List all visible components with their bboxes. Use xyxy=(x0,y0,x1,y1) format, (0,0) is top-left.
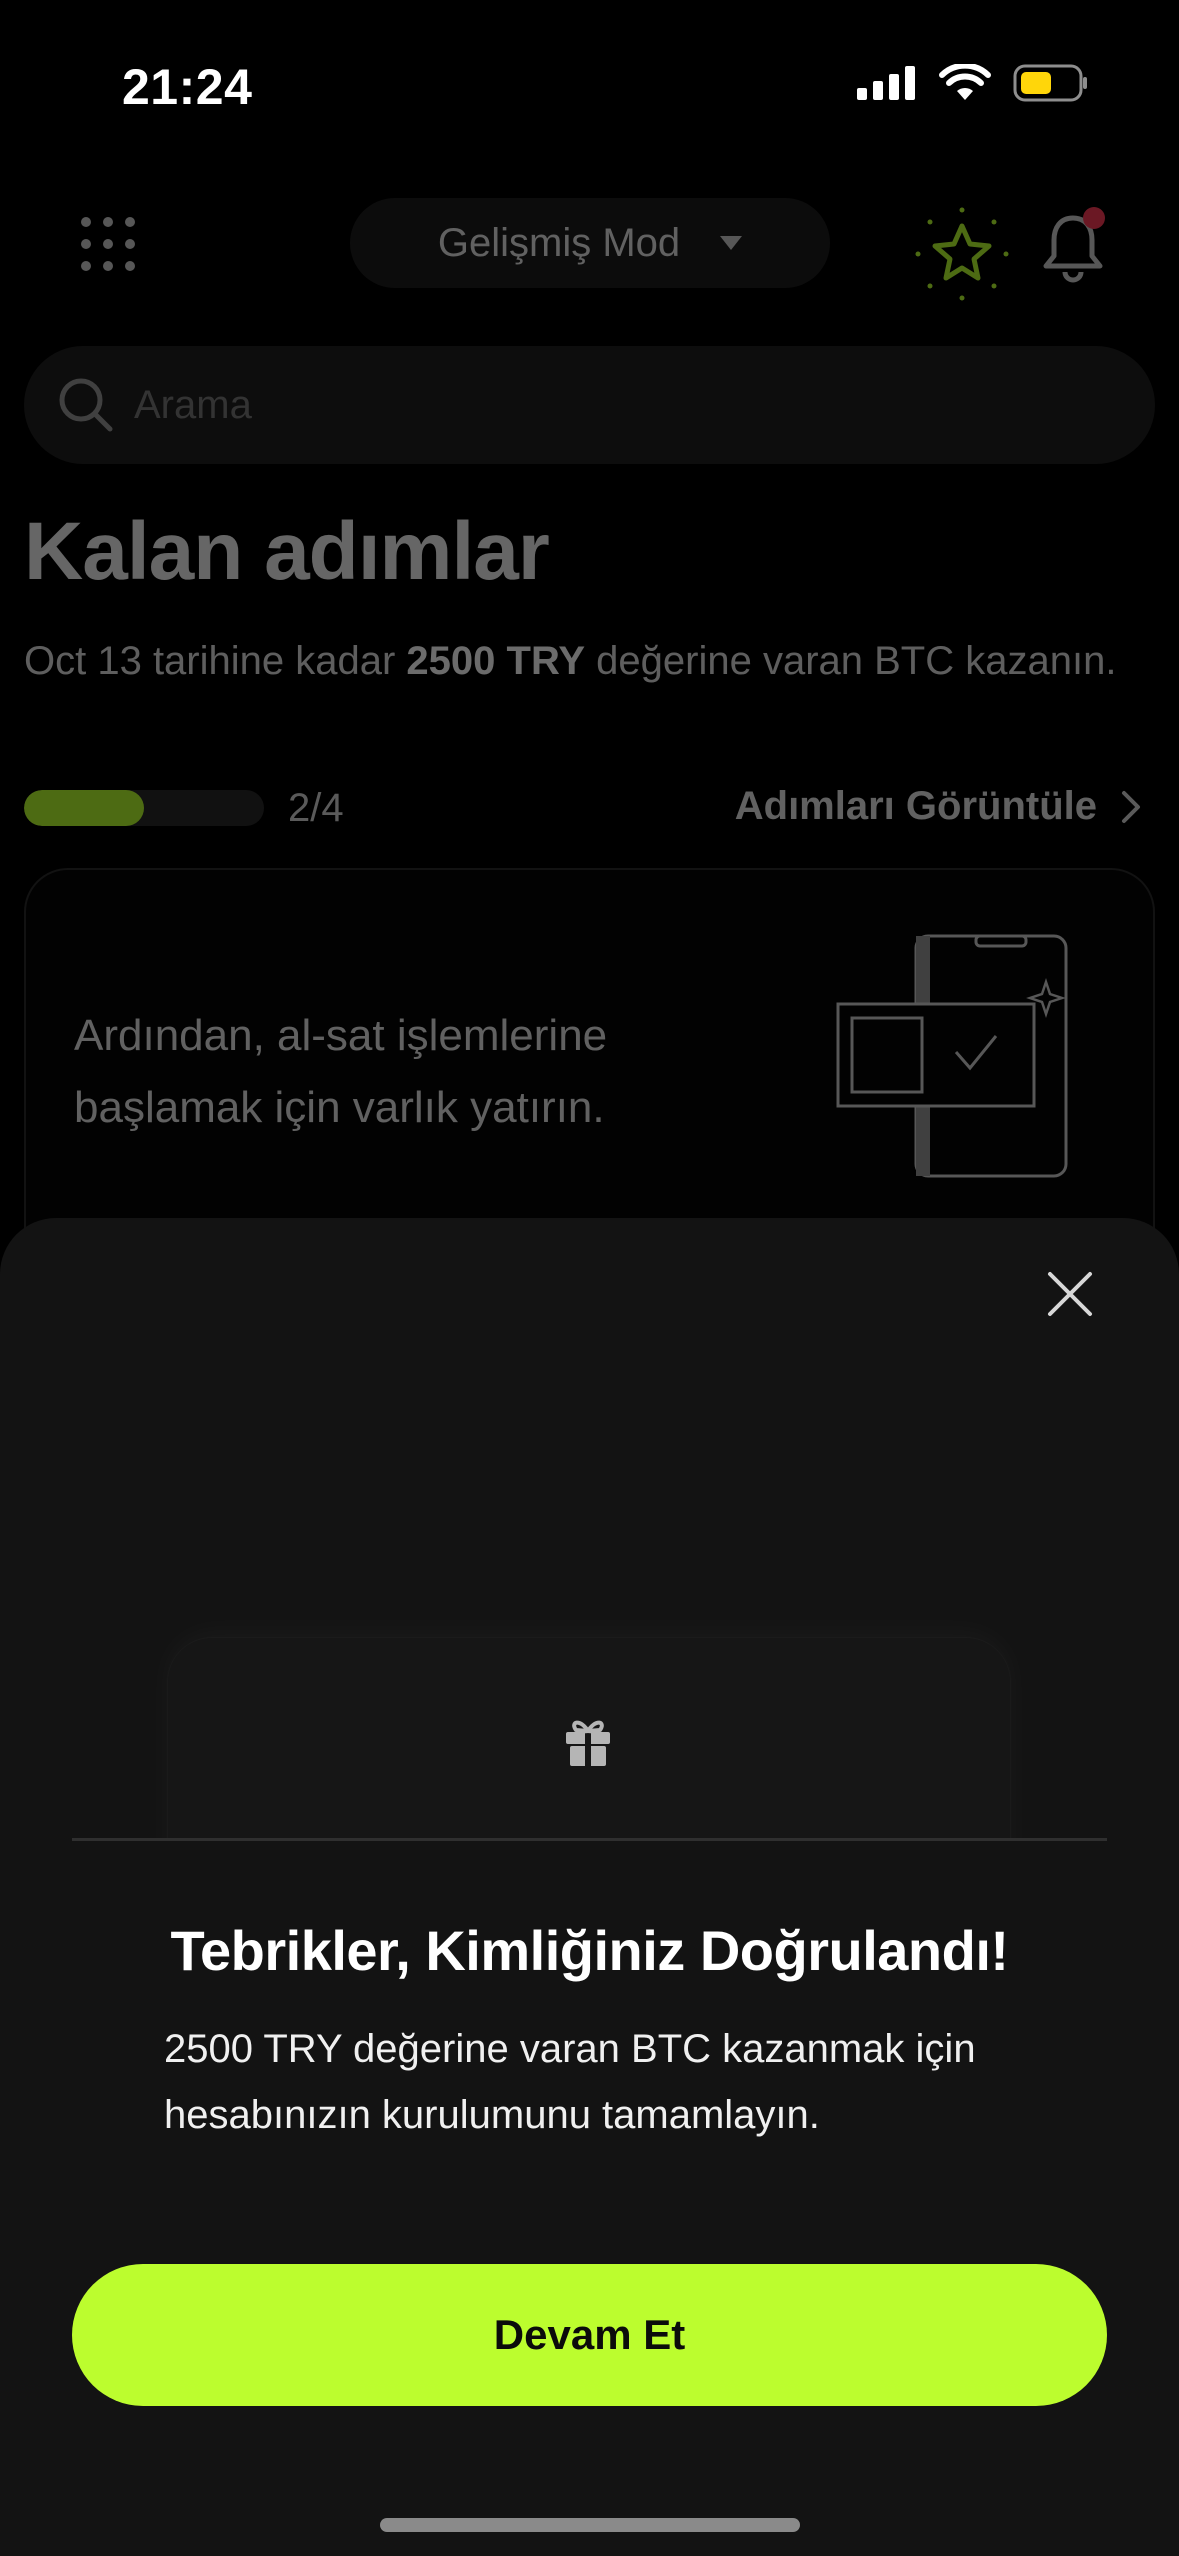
sheet-divider xyxy=(72,1838,1107,1841)
wifi-icon xyxy=(939,64,991,100)
phone-deposit-illustration xyxy=(836,934,1068,1178)
apps-grid-icon[interactable] xyxy=(78,214,138,274)
chevron-right-icon xyxy=(1122,790,1140,823)
search-placeholder: Arama xyxy=(134,382,252,427)
bell-icon[interactable] xyxy=(1040,206,1106,286)
verification-success-sheet: Tebrikler, Kimliğiniz Doğrulandı! 2500 T… xyxy=(0,1218,1179,2556)
close-icon[interactable] xyxy=(1040,1264,1100,1324)
search-input[interactable]: Arama xyxy=(24,346,1155,464)
search-icon xyxy=(59,378,113,432)
home-indicator xyxy=(380,2518,800,2532)
top-bar: Gelişmiş Mod xyxy=(0,190,1179,301)
view-steps-label: Adımları Görüntüle xyxy=(734,784,1097,828)
screen: 21:24 Gelişmiş Mod Arama Kalan adımlar O… xyxy=(0,0,1179,2556)
steps-desc-amount: 2500 TRY xyxy=(406,639,586,683)
cellular-signal-icon xyxy=(857,66,915,100)
steps-desc-suffix: değerine varan BTC kazanın. xyxy=(585,639,1117,683)
continue-button-label: Devam Et xyxy=(493,2311,686,2358)
status-time: 21:24 xyxy=(122,59,253,115)
steps-description: Oct 13 tarihine kadar 2500 TRY değerine … xyxy=(24,628,1124,694)
mode-selector[interactable]: Gelişmiş Mod xyxy=(350,198,830,288)
status-bar: 21:24 xyxy=(0,0,1179,170)
continue-button[interactable]: Devam Et xyxy=(72,2264,1107,2406)
gift-icon xyxy=(566,1720,610,1766)
mode-label: Gelişmiş Mod xyxy=(437,220,681,265)
view-steps-link[interactable]: Adımları Görüntüle xyxy=(735,784,1141,829)
steps-progress-fill xyxy=(24,790,144,826)
star-icon[interactable] xyxy=(912,204,1012,304)
steps-progress-count: 2/4 xyxy=(288,786,344,830)
deposit-card-text: Ardından, al-sat işlemlerine başlamak iç… xyxy=(74,1011,608,1132)
battery-icon xyxy=(1013,64,1087,102)
steps-title: Kalan adımlar xyxy=(24,506,550,597)
chevron-down-icon xyxy=(720,236,743,250)
status-icons xyxy=(857,64,1089,102)
steps-desc-prefix: Oct 13 tarihine kadar xyxy=(24,639,407,683)
sheet-title: Tebrikler, Kimliğiniz Doğrulandı! xyxy=(170,1919,1009,1982)
steps-progress-bar xyxy=(24,790,264,826)
sheet-description: 2500 TRY değerine varan BTC kazanmak içi… xyxy=(164,2027,976,2137)
